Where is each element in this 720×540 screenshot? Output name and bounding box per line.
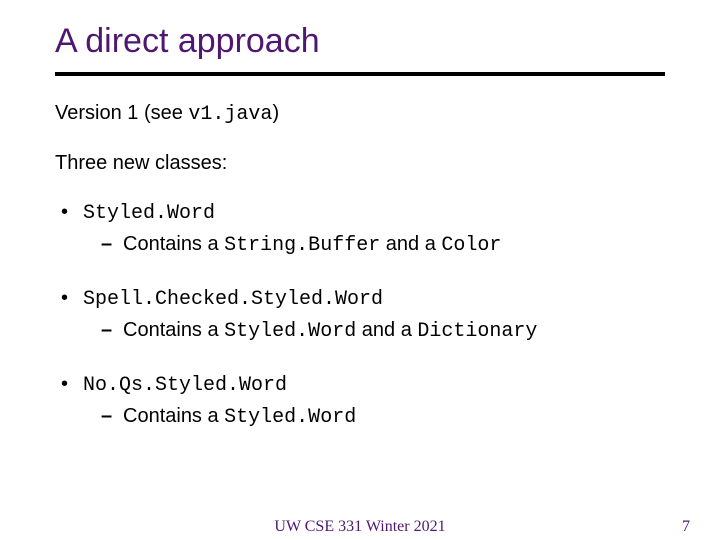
sub-text: Contains a <box>123 233 224 255</box>
bullet-title: No.Qs.Styled.Word <box>83 374 287 397</box>
sub-item: – Contains a Styled.Word and a Dictionar… <box>101 317 665 345</box>
bullet-item: • Styled.Word – Contains a String.Buffer… <box>55 199 665 259</box>
page-number: 7 <box>682 518 690 536</box>
slide-title: A direct approach <box>55 22 320 61</box>
bullet-title: Spell.Checked.Styled.Word <box>83 288 383 311</box>
slide-body: Version 1 (see v1.java) Three new classe… <box>55 100 665 457</box>
sub-code1: String.Buffer <box>224 234 380 257</box>
sub-list: – Contains a Styled.Word and a Dictionar… <box>101 317 665 345</box>
sub-item: – Contains a String.Buffer and a Color <box>101 231 665 259</box>
sub-list: – Contains a String.Buffer and a Color <box>101 231 665 259</box>
sub-mid: and a <box>362 319 418 341</box>
subheading: Three new classes: <box>55 150 665 177</box>
sub-mid: and a <box>386 233 442 255</box>
bullet-list: • Styled.Word – Contains a String.Buffer… <box>55 199 665 431</box>
intro-prefix: Version 1 (see <box>55 102 188 124</box>
sub-code1: Styled.Word <box>224 406 356 429</box>
footer-center: UW CSE 331 Winter 2021 <box>0 518 720 536</box>
dash-icon: – <box>101 231 112 258</box>
bullet-dot-icon: • <box>61 199 68 226</box>
bullet-dot-icon: • <box>61 371 68 398</box>
sub-text: Contains a <box>123 405 224 427</box>
sub-text: Contains a <box>123 319 224 341</box>
sub-code2: Dictionary <box>417 320 537 343</box>
title-underline <box>55 72 665 76</box>
bullet-dot-icon: • <box>61 285 68 312</box>
intro-suffix: ) <box>272 102 279 124</box>
sub-code1: Styled.Word <box>224 320 356 343</box>
sub-code2: Color <box>441 234 501 257</box>
bullet-item: • No.Qs.Styled.Word – Contains a Styled.… <box>55 371 665 431</box>
bullet-item: • Spell.Checked.Styled.Word – Contains a… <box>55 285 665 345</box>
intro-code: v1.java <box>188 103 272 126</box>
slide: A direct approach Version 1 (see v1.java… <box>0 0 720 540</box>
sub-list: – Contains a Styled.Word <box>101 403 665 431</box>
bullet-title: Styled.Word <box>83 202 215 225</box>
dash-icon: – <box>101 317 112 344</box>
intro-line: Version 1 (see v1.java) <box>55 100 665 128</box>
dash-icon: – <box>101 403 112 430</box>
sub-item: – Contains a Styled.Word <box>101 403 665 431</box>
